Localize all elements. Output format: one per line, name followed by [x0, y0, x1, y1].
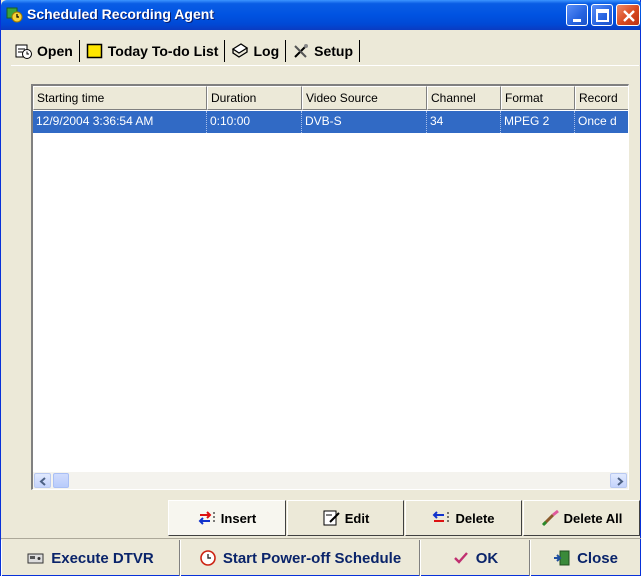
schedule-icon — [15, 42, 33, 60]
insert-label: Insert — [220, 510, 257, 526]
close-label: Close — [577, 549, 618, 567]
chevron-right-icon — [617, 477, 624, 486]
app-icon — [6, 6, 23, 23]
log-icon — [231, 42, 249, 60]
tab-separator — [359, 40, 361, 62]
delete-all-button[interactable]: Delete All — [523, 500, 640, 536]
execute-dtvr-button[interactable]: Execute DTVR — [1, 540, 180, 576]
ok-label: OK — [475, 549, 499, 567]
tab-underline — [11, 65, 639, 66]
broom-icon — [541, 509, 561, 527]
tab-open[interactable]: Open — [11, 39, 77, 63]
delete-label: Delete — [455, 510, 495, 526]
insert-button[interactable]: Insert — [168, 500, 286, 536]
tab-strip: Open Today To-do List Log Setup — [11, 38, 362, 64]
horizontal-scrollbar[interactable] — [33, 472, 628, 489]
table-header: Starting time Duration Video Source Chan… — [33, 86, 628, 110]
app-window: Scheduled Recording Agent Open Today To-… — [0, 0, 641, 576]
ok-button[interactable]: OK — [420, 540, 530, 576]
recorder-icon — [27, 549, 45, 567]
tab-separator — [224, 40, 226, 62]
tab-log-label: Log — [253, 43, 280, 59]
start-poweroff-schedule-label: Start Power-off Schedule — [222, 549, 402, 567]
bottom-bar: Execute DTVR Start Power-off Schedule OK… — [1, 540, 641, 576]
close-button[interactable]: Close — [530, 540, 640, 576]
column-video-source[interactable]: Video Source — [302, 86, 427, 110]
checkmark-icon — [452, 549, 470, 567]
schedule-list[interactable]: Starting time Duration Video Source Chan… — [31, 84, 629, 490]
tab-open-label: Open — [37, 43, 73, 59]
column-starting-time[interactable]: Starting time — [33, 86, 207, 110]
start-poweroff-schedule-button[interactable]: Start Power-off Schedule — [180, 540, 420, 576]
execute-dtvr-label: Execute DTVR — [51, 549, 154, 567]
window-title: Scheduled Recording Agent — [27, 6, 214, 22]
delete-button[interactable]: Delete — [405, 500, 522, 536]
table-row[interactable]: 12/9/2004 3:36:54 AM 0:10:00 DVB-S 34 MP… — [33, 111, 628, 133]
tab-today-todo[interactable]: Today To-do List — [82, 39, 223, 63]
column-record[interactable]: Record — [575, 86, 628, 110]
divider — [1, 538, 641, 539]
delete-all-label: Delete All — [563, 510, 623, 526]
note-icon — [86, 42, 104, 60]
tab-separator — [78, 40, 80, 62]
tab-setup[interactable]: Setup — [288, 39, 357, 63]
cell-starting-time: 12/9/2004 3:36:54 AM — [33, 111, 207, 133]
action-bar: Insert Edit Delete Delete All — [168, 500, 641, 536]
tab-separator — [285, 40, 287, 62]
cell-duration: 0:10:00 — [207, 111, 302, 133]
cell-video-source: DVB-S — [302, 111, 427, 133]
tools-icon — [292, 42, 310, 60]
scroll-thumb[interactable] — [53, 473, 69, 488]
tab-today-todo-label: Today To-do List — [107, 43, 219, 59]
scroll-right-button[interactable] — [610, 473, 627, 488]
cell-record: Once d — [575, 111, 628, 133]
delete-icon — [432, 509, 452, 527]
column-duration[interactable]: Duration — [207, 86, 302, 110]
edit-label: Edit — [344, 510, 370, 526]
exit-door-icon — [553, 549, 571, 567]
clock-icon — [199, 549, 217, 567]
tab-setup-label: Setup — [314, 43, 354, 59]
minimize-button[interactable] — [566, 4, 588, 26]
insert-icon — [198, 509, 218, 527]
chevron-left-icon — [39, 477, 46, 486]
edit-button[interactable]: Edit — [287, 500, 404, 536]
edit-icon — [322, 509, 342, 527]
tab-log[interactable]: Log — [227, 39, 283, 63]
column-channel[interactable]: Channel — [427, 86, 501, 110]
cell-channel: 34 — [427, 111, 501, 133]
cell-format: MPEG 2 — [501, 111, 575, 133]
title-bar[interactable]: Scheduled Recording Agent — [1, 0, 641, 30]
column-format[interactable]: Format — [501, 86, 575, 110]
close-window-button[interactable] — [616, 4, 640, 26]
scroll-left-button[interactable] — [34, 473, 51, 488]
maximize-button[interactable] — [591, 4, 613, 26]
